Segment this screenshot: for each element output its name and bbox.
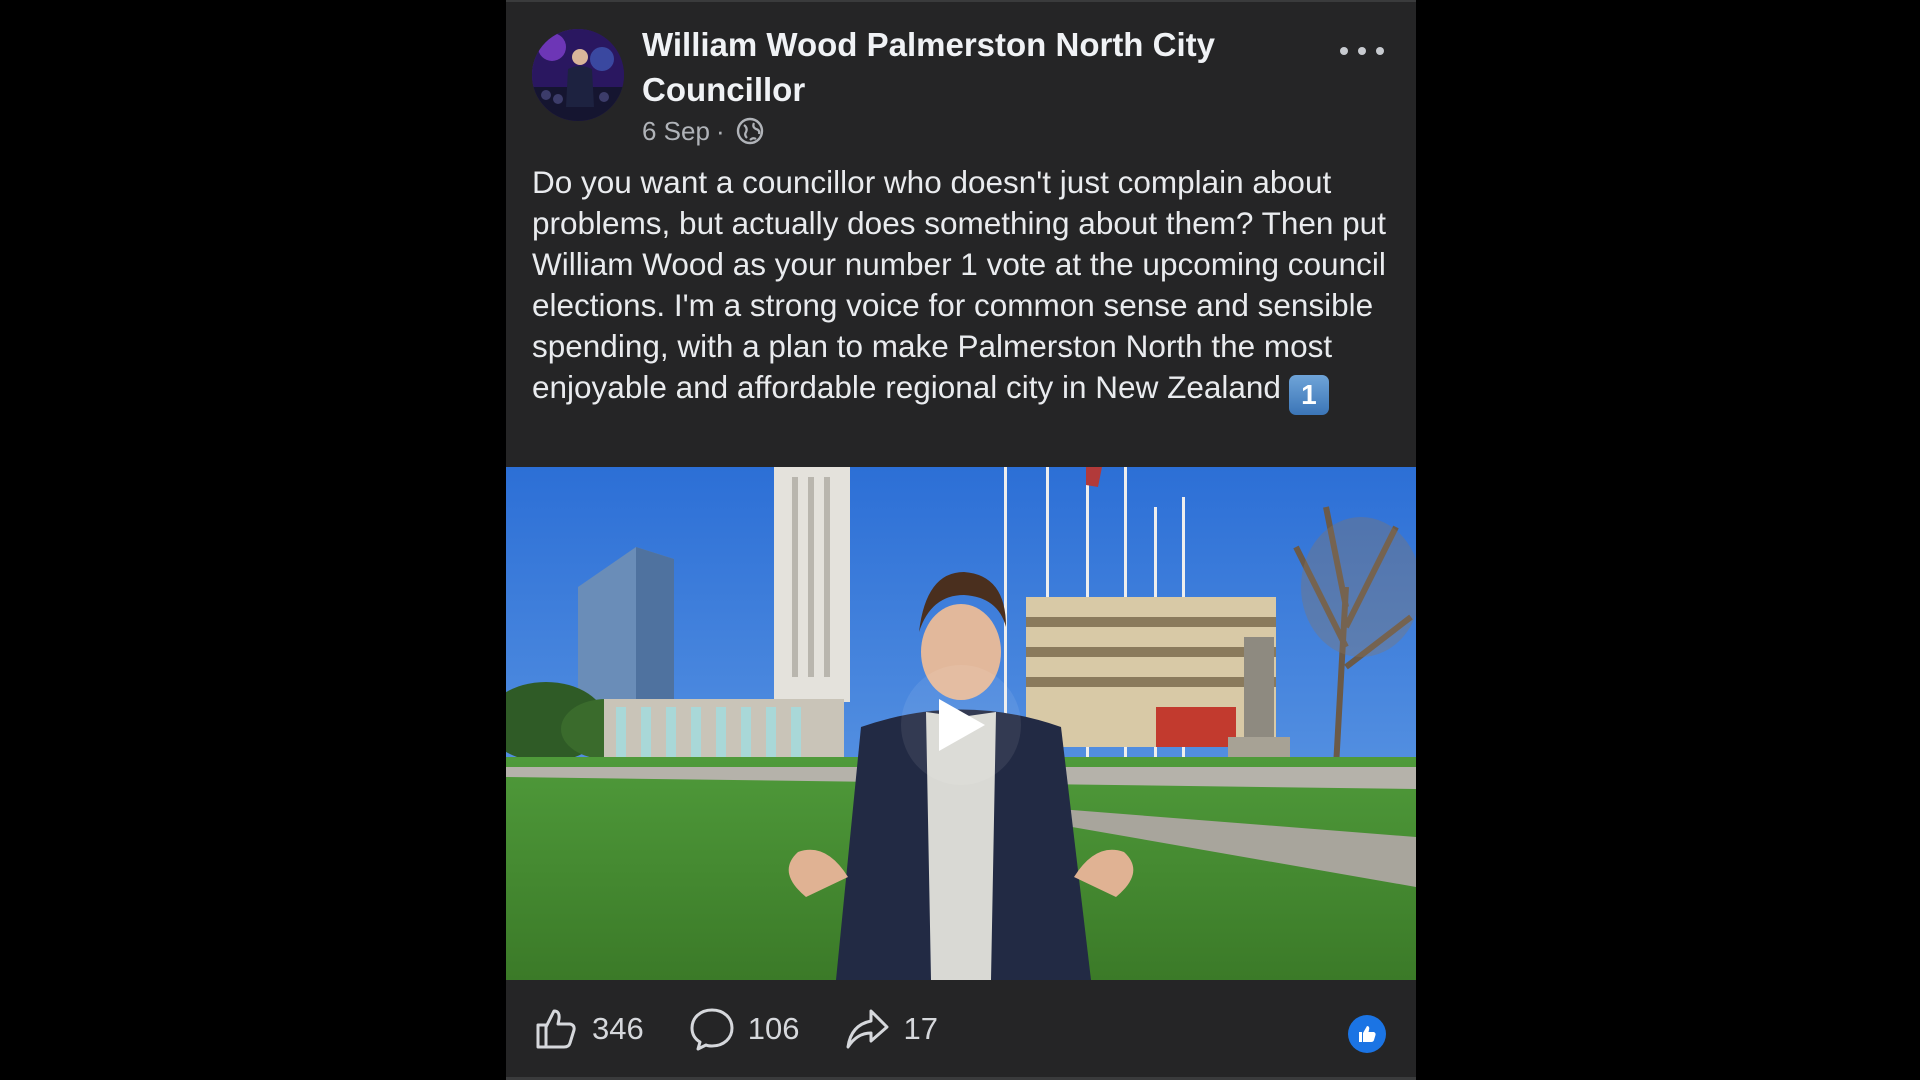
thumbs-up-icon — [536, 1009, 576, 1049]
comment-button[interactable]: 106 — [688, 1005, 800, 1053]
share-count: 17 — [903, 1011, 938, 1046]
action-bar: 346 106 17 — [532, 1003, 982, 1055]
post-message-text: Do you want a councillor who doesn't jus… — [532, 164, 1386, 405]
keycap-emoji: 1 — [1288, 375, 1329, 415]
more-dot — [1358, 47, 1366, 55]
globe-icon[interactable] — [735, 116, 765, 146]
reaction-thumb — [1359, 1026, 1376, 1042]
post-date[interactable]: 6 Sep — [642, 116, 710, 147]
like-count: 346 — [592, 1011, 644, 1046]
share-button[interactable]: 17 — [843, 1005, 938, 1053]
play-icon[interactable] — [901, 665, 1021, 785]
post-message: Do you want a councillor who doesn't jus… — [532, 162, 1392, 415]
more-dot — [1376, 47, 1384, 55]
avatar[interactable] — [532, 29, 624, 121]
play-triangle — [939, 699, 985, 751]
post-author-name[interactable]: William Wood Palmerston North City Counc… — [642, 22, 1242, 112]
video-player[interactable] — [506, 467, 1416, 980]
more-dot — [1340, 47, 1348, 55]
comment-count: 106 — [747, 1011, 800, 1046]
like-button[interactable]: 346 — [532, 1005, 644, 1053]
post-meta: 6 Sep · — [642, 114, 765, 148]
more-options-icon[interactable] — [1340, 38, 1384, 64]
share-arrow-icon — [846, 1009, 889, 1049]
comment-bubble-icon — [690, 1008, 734, 1051]
meta-separator: · — [715, 115, 725, 146]
top-divider — [506, 0, 1416, 2]
facebook-post: William Wood Palmerston North City Counc… — [506, 0, 1416, 1080]
avatar-image — [532, 29, 624, 121]
like-reaction-icon[interactable] — [1348, 1015, 1386, 1053]
